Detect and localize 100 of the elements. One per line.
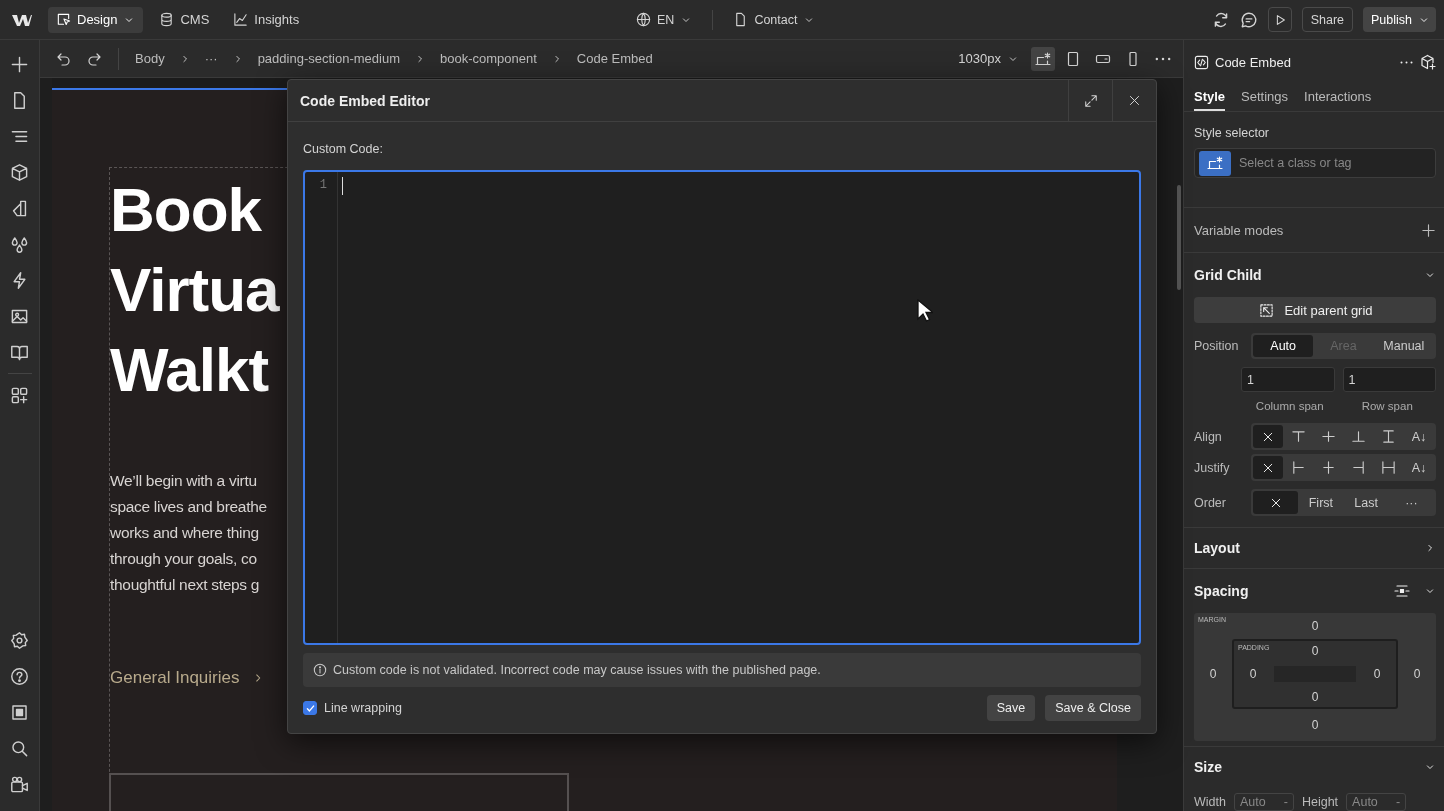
square-icon[interactable] bbox=[10, 703, 29, 722]
size-field[interactable]: Auto - bbox=[1233, 793, 1294, 811]
spacing-value[interactable]: 0 bbox=[1194, 639, 1232, 709]
align-center-icon bbox=[1320, 460, 1336, 475]
spacing-value[interactable]: 0 bbox=[1358, 661, 1396, 687]
close-icon bbox=[1128, 94, 1141, 107]
segment-option[interactable]: A↓ bbox=[1403, 425, 1435, 448]
segment-option[interactable]: First bbox=[1298, 491, 1344, 514]
field-label: Width bbox=[1194, 795, 1226, 809]
segment-option[interactable]: ··· bbox=[1388, 491, 1434, 514]
spacing-value[interactable]: 0 bbox=[1232, 613, 1398, 639]
dialog-button[interactable]: Save & Close bbox=[1045, 695, 1141, 721]
database-icon bbox=[159, 12, 175, 27]
desktop-icon bbox=[1035, 50, 1051, 67]
segment-option[interactable] bbox=[1253, 425, 1284, 448]
more-icon bbox=[1155, 56, 1171, 61]
breadcrumb[interactable]: Code Embed bbox=[576, 51, 653, 66]
align-end-icon bbox=[1351, 460, 1367, 475]
globe-icon bbox=[636, 12, 651, 27]
link[interactable]: General Inquiries bbox=[110, 668, 240, 688]
section-title: Grid Child bbox=[1194, 267, 1262, 283]
breakpoint-button[interactable] bbox=[1031, 46, 1055, 71]
code-icon bbox=[1194, 54, 1209, 70]
search-icon[interactable] bbox=[10, 739, 29, 758]
mode-tab[interactable]: Insights bbox=[225, 6, 308, 33]
spacing-value[interactable]: 0 bbox=[1398, 639, 1436, 709]
checkbox[interactable] bbox=[303, 701, 317, 715]
video-camera-icon[interactable] bbox=[10, 775, 29, 794]
number-field[interactable]: 1 bbox=[1342, 367, 1436, 392]
spacing-value[interactable]: 0 bbox=[1272, 641, 1358, 661]
breadcrumb[interactable]: Body bbox=[135, 51, 165, 66]
field-label: Justify bbox=[1194, 460, 1231, 475]
text-cursor bbox=[342, 177, 343, 195]
segment-option[interactable]: Auto bbox=[1253, 335, 1314, 357]
segment-option[interactable]: Last bbox=[1343, 491, 1389, 514]
close-icon bbox=[1262, 430, 1275, 443]
field-label: Custom Code: bbox=[303, 142, 384, 156]
tablet-icon bbox=[1065, 50, 1081, 67]
tab[interactable]: Interactions bbox=[1304, 84, 1372, 111]
tab[interactable]: Settings bbox=[1241, 84, 1289, 111]
mode-tab[interactable]: Design bbox=[48, 6, 144, 33]
number-field[interactable]: 1 bbox=[1241, 367, 1335, 392]
expand-icon bbox=[1083, 93, 1098, 108]
section-title: Spacing bbox=[1194, 583, 1249, 599]
more-icon[interactable] bbox=[1399, 60, 1414, 64]
comment-icon[interactable] bbox=[1239, 10, 1258, 29]
page-dropdown[interactable]: Contact bbox=[733, 12, 816, 27]
breadcrumb[interactable]: ··· bbox=[204, 51, 218, 66]
share-button[interactable]: Share bbox=[1301, 7, 1353, 32]
settings-icon[interactable] bbox=[10, 631, 29, 650]
apps-icon[interactable] bbox=[10, 386, 29, 405]
field-caption: Column span bbox=[1254, 400, 1325, 412]
section-title: Layout bbox=[1194, 540, 1240, 556]
code-editor[interactable]: 1 bbox=[303, 170, 1141, 645]
segment-option[interactable]: A↓ bbox=[1403, 456, 1435, 479]
line-chart-icon bbox=[233, 12, 249, 27]
paragraph: We’ll begin with a virtu space lives and breathe works and where thing through your goals, co thoughtful next steps g bbox=[110, 471, 267, 595]
add-icon[interactable] bbox=[10, 55, 29, 74]
heading: Book Virtua Walkt bbox=[110, 174, 279, 406]
field-label: Style selector bbox=[1194, 126, 1270, 140]
spacing-value[interactable]: 0 bbox=[1234, 661, 1272, 687]
field-caption: Row span bbox=[1360, 400, 1414, 412]
grid-edit-icon bbox=[1259, 302, 1275, 318]
help-icon[interactable] bbox=[10, 667, 29, 686]
selector-field[interactable]: Select a class or tag bbox=[1194, 148, 1436, 178]
align-stretch-icon bbox=[1381, 460, 1397, 475]
logo-icon[interactable] bbox=[12, 12, 32, 27]
image-icon[interactable] bbox=[10, 307, 29, 326]
field-label: Position bbox=[1194, 339, 1240, 353]
line-number: 1 bbox=[318, 178, 327, 192]
size-field[interactable]: Auto - bbox=[1346, 793, 1407, 811]
align-start-icon bbox=[1290, 460, 1306, 475]
preview-button[interactable] bbox=[1267, 7, 1292, 32]
dialog-button[interactable]: Save bbox=[986, 695, 1036, 721]
drops-icon[interactable] bbox=[10, 235, 29, 254]
book-icon[interactable] bbox=[10, 343, 29, 362]
cube-plus-icon[interactable] bbox=[1420, 54, 1436, 70]
align-center-icon bbox=[1320, 429, 1336, 444]
section-title: Variable modes bbox=[1194, 222, 1284, 238]
segment-option[interactable] bbox=[1253, 456, 1284, 479]
spacing-value[interactable]: 0 bbox=[1272, 687, 1358, 707]
locale-dropdown[interactable]: EN bbox=[636, 12, 693, 27]
scrollbar[interactable] bbox=[1177, 185, 1181, 290]
notice-text: Custom code is not validated. Incorrect code may cause issues with the published page. bbox=[333, 663, 821, 677]
cube-icon[interactable] bbox=[10, 163, 29, 182]
edit-grid-button[interactable]: Edit parent grid bbox=[1194, 297, 1436, 323]
breadcrumb[interactable]: padding-section-medium bbox=[257, 51, 400, 66]
add-icon[interactable] bbox=[1421, 222, 1436, 238]
field-label: Order bbox=[1194, 495, 1227, 510]
mouse-pointer-icon bbox=[917, 299, 933, 323]
segment-option[interactable]: Manual bbox=[1373, 335, 1434, 357]
spacing-icon[interactable] bbox=[1394, 583, 1410, 599]
tab[interactable]: Style bbox=[1194, 84, 1226, 111]
publish-button[interactable]: Publish bbox=[1363, 7, 1436, 32]
paint-brush-icon[interactable] bbox=[10, 199, 29, 218]
mode-tab[interactable]: CMS bbox=[151, 6, 218, 33]
align-stretch-icon bbox=[1381, 429, 1397, 444]
width-dropdown[interactable]: 1030px bbox=[958, 51, 1019, 66]
breadcrumb[interactable]: book-component bbox=[440, 51, 537, 66]
spacing-value[interactable]: 0 bbox=[1232, 709, 1398, 741]
